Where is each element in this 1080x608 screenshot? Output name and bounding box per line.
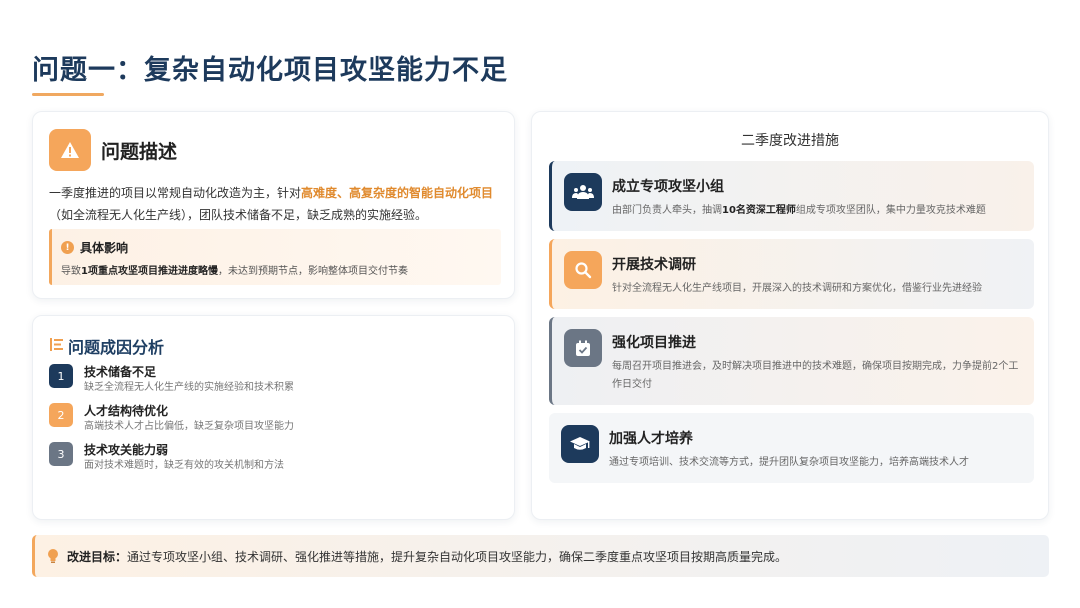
measures-title: 二季度改进措施	[741, 133, 839, 149]
measure-item: 开展技术调研 针对全流程无人化生产线项目，开展深入的技术调研和方案优化，借鉴行业…	[549, 239, 1034, 309]
problem-description-card: 问题描述 一季度推进的项目以常规自动化改造为主，针对高难度、高复杂度的智能自动化…	[32, 111, 515, 299]
cause-analysis-card: 问题成因分析 1 技术储备不足 缺乏全流程无人化生产线的实施经验和技术积累 2 …	[32, 315, 515, 520]
impact-title: 具体影响	[80, 241, 129, 255]
measure-desc: 针对全流程无人化生产线项目，开展深入的技术调研和方案优化，借鉴行业先进经验	[612, 283, 982, 294]
cause-sub: 高端技术人才占比偏低，缺乏复杂项目攻坚能力	[84, 421, 294, 432]
problem-highlight: 高难度、高复杂度的智能自动化项目	[301, 186, 494, 200]
cause-name: 人才结构待优化	[84, 404, 169, 418]
cause-name: 技术攻关能力弱	[84, 443, 169, 457]
measure-desc: 每周召开项目推进会，及时解决项目推进中的技术难题，确保项目按期完成，力争提前2个…	[612, 361, 1019, 390]
problem-title: 问题描述	[101, 141, 178, 163]
calendar-check-icon	[564, 329, 602, 367]
cause-number: 3	[49, 442, 73, 466]
cause-number: 1	[49, 364, 73, 388]
info-icon: !	[61, 241, 74, 254]
cause-item: 1 技术储备不足 缺乏全流程无人化生产线的实施经验和技术积累	[49, 364, 294, 396]
page-title: 问题一：复杂自动化项目攻坚能力不足	[32, 55, 508, 86]
problem-description: 一季度推进的项目以常规自动化改造为主，针对高难度、高复杂度的智能自动化项目（如全…	[49, 186, 494, 222]
measure-desc: 由部门负责人牵头，抽调10名资深工程师组成专项攻坚团队，集中力量攻克技术难题	[612, 205, 986, 216]
goal-text: 改进目标：通过专项攻坚小组、技术调研、强化推进等措施，提升复杂自动化项目攻坚能力…	[67, 549, 788, 564]
measure-item: 强化项目推进 每周召开项目推进会，及时解决项目推进中的技术难题，确保项目按期完成…	[549, 317, 1034, 405]
measure-title: 成立专项攻坚小组	[612, 179, 724, 195]
cause-number: 2	[49, 403, 73, 427]
graduation-cap-icon	[561, 425, 599, 463]
cause-name: 技术储备不足	[84, 365, 157, 379]
impact-text: 导致1项重点攻坚项目推进进度略慢，未达到预期节点，影响整体项目交付节奏	[61, 266, 408, 277]
cause-sub: 缺乏全流程无人化生产线的实施经验和技术积累	[84, 382, 294, 393]
title-underline	[32, 93, 104, 96]
improvement-measures-card: 二季度改进措施 成立专项攻坚小组 由部门负责人牵头，抽调10名资深工程师组成专项…	[531, 111, 1049, 520]
measure-title: 开展技术调研	[612, 257, 696, 273]
cause-sub: 面对技术难题时，缺乏有效的攻关机制和方法	[84, 460, 284, 471]
improvement-goal-bar: 改进目标：通过专项攻坚小组、技术调研、强化推进等措施，提升复杂自动化项目攻坚能力…	[32, 535, 1049, 577]
measure-desc: 通过专项培训、技术交流等方式，提升团队复杂项目攻坚能力，培养高端技术人才	[609, 457, 969, 468]
impact-box: ! 具体影响 导致1项重点攻坚项目推进进度略慢，未达到预期节点，影响整体项目交付…	[49, 229, 501, 285]
cause-item: 3 技术攻关能力弱 面对技术难题时，缺乏有效的攻关机制和方法	[49, 442, 284, 474]
team-icon	[564, 173, 602, 211]
measure-title: 加强人才培养	[609, 431, 693, 447]
cause-title: 问题成因分析	[68, 338, 165, 357]
search-icon	[564, 251, 602, 289]
warning-icon	[49, 129, 91, 171]
cause-item: 2 人才结构待优化 高端技术人才占比偏低，缺乏复杂项目攻坚能力	[49, 403, 294, 435]
measure-title: 强化项目推进	[612, 335, 696, 351]
lightbulb-icon	[47, 548, 59, 564]
list-icon	[49, 337, 64, 356]
measure-item: 加强人才培养 通过专项培训、技术交流等方式，提升团队复杂项目攻坚能力，培养高端技…	[549, 413, 1034, 483]
measure-item: 成立专项攻坚小组 由部门负责人牵头，抽调10名资深工程师组成专项攻坚团队，集中力…	[549, 161, 1034, 231]
